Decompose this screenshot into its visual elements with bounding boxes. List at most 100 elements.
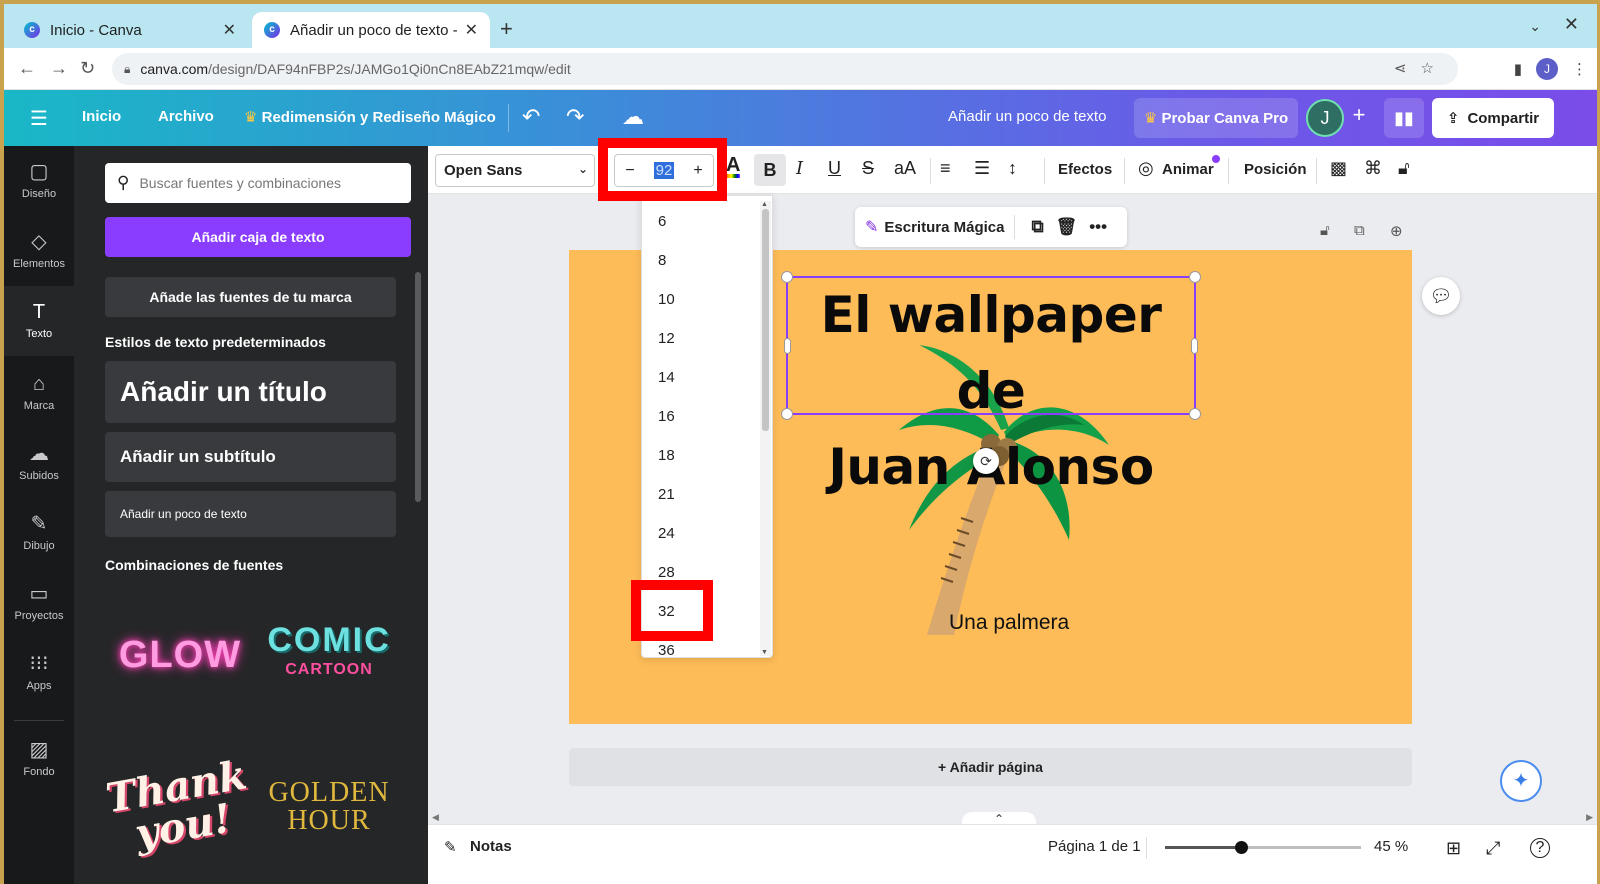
kebab-menu-icon[interactable]: ⋮ bbox=[1572, 60, 1587, 78]
strikethrough-icon[interactable]: S bbox=[862, 158, 874, 179]
design-title[interactable]: Añadir un poco de texto bbox=[948, 108, 1106, 125]
undo-icon[interactable]: ↶ bbox=[522, 104, 540, 130]
add-page-button[interactable]: + Añadir página bbox=[569, 748, 1412, 786]
size-option[interactable]: 10 bbox=[658, 291, 675, 308]
combo-thank-you[interactable]: Thank you! bbox=[103, 742, 255, 872]
magic-resize-menu[interactable]: ♛ Redimensión y Rediseño Mágico bbox=[244, 108, 496, 126]
transparency-icon[interactable]: ▩ bbox=[1330, 158, 1347, 179]
text-color-icon[interactable]: A bbox=[726, 155, 741, 178]
rail-item-text[interactable]: T Texto bbox=[4, 286, 74, 356]
share-button[interactable]: ⇪ Compartir bbox=[1432, 98, 1554, 138]
delete-icon[interactable]: 🗑︎ bbox=[1056, 217, 1078, 237]
effects-button[interactable]: Efectos bbox=[1058, 161, 1112, 178]
combo-golden-hour[interactable]: GOLDEN HOUR bbox=[254, 742, 404, 872]
letter-case-icon[interactable]: aA bbox=[894, 158, 916, 179]
selection-box[interactable] bbox=[781, 271, 1201, 420]
rotate-handle-icon[interactable]: ⟳ bbox=[973, 448, 999, 474]
underline-icon[interactable]: U bbox=[828, 158, 841, 179]
comment-icon[interactable]: 💬︎ bbox=[1422, 277, 1460, 315]
redo-icon[interactable]: ↷ bbox=[566, 104, 584, 130]
lock-icon[interactable]: 🔓︎ bbox=[1398, 158, 1410, 179]
cloud-saved-icon[interactable]: ☁ bbox=[622, 104, 644, 130]
url-field[interactable]: 🔒︎ canva.com/design/DAF94nFBP2s/JAMGo1Qi… bbox=[112, 53, 1458, 85]
close-tab-icon[interactable]: ✕ bbox=[223, 20, 236, 40]
size-option[interactable]: 14 bbox=[658, 369, 675, 386]
resize-handle[interactable] bbox=[781, 408, 793, 420]
add-subtitle-button[interactable]: Añadir un subtítulo bbox=[105, 432, 396, 482]
size-option[interactable]: 36 bbox=[658, 642, 675, 657]
reload-icon[interactable]: ↻ bbox=[80, 58, 95, 79]
tab-inicio[interactable]: c Inicio - Canva ✕ bbox=[12, 12, 248, 48]
size-option[interactable]: 28 bbox=[658, 564, 675, 581]
size-option[interactable]: 6 bbox=[658, 213, 666, 230]
notes-button[interactable]: Notas bbox=[470, 838, 512, 855]
profile-avatar[interactable]: J bbox=[1536, 58, 1558, 80]
lock-page-icon[interactable]: 🔓︎ bbox=[1320, 222, 1330, 239]
rail-item-elements[interactable]: ◇ Elementos bbox=[4, 216, 74, 286]
avatar[interactable]: J bbox=[1306, 99, 1344, 137]
font-search-input[interactable]: ⚲ Buscar fuentes y combinaciones bbox=[105, 163, 411, 203]
resize-handle[interactable] bbox=[781, 271, 793, 283]
file-menu[interactable]: Archivo bbox=[158, 108, 214, 125]
size-option[interactable]: 12 bbox=[658, 330, 675, 347]
close-tab-icon[interactable]: ✕ bbox=[465, 20, 478, 40]
rail-item-projects[interactable]: ▭ Proyectos bbox=[4, 568, 74, 638]
italic-icon[interactable]: I bbox=[796, 158, 803, 179]
duplicate-page-icon[interactable]: ⧉ bbox=[1354, 222, 1365, 239]
magic-write-button[interactable]: Escritura Mágica bbox=[884, 219, 1004, 236]
share-star-icons[interactable]: ⋖☆ bbox=[1394, 59, 1448, 77]
new-tab-icon[interactable]: + bbox=[500, 16, 513, 42]
hamburger-icon[interactable]: ☰ bbox=[30, 106, 48, 131]
magic-sparkle-icon[interactable]: ✦ bbox=[1500, 760, 1542, 802]
more-icon[interactable]: ••• bbox=[1089, 217, 1107, 237]
fullscreen-icon[interactable]: ⤢ bbox=[1486, 838, 1500, 859]
dropdown-scrollbar[interactable]: ▲ ▼ bbox=[760, 201, 771, 656]
forward-icon[interactable]: → bbox=[50, 58, 68, 79]
zoom-level[interactable]: 45 % bbox=[1374, 838, 1408, 855]
zoom-slider[interactable] bbox=[1165, 841, 1361, 854]
size-option[interactable]: 8 bbox=[658, 252, 666, 269]
list-icon[interactable]: ☰ bbox=[974, 158, 990, 179]
spacing-icon[interactable]: ↕ bbox=[1008, 158, 1017, 179]
font-select[interactable]: Open Sans ⌄ bbox=[435, 154, 595, 187]
size-option[interactable]: 18 bbox=[658, 447, 675, 464]
rail-item-background[interactable]: ▨ Fondo bbox=[4, 724, 74, 794]
add-textbox-button[interactable]: Añadir caja de texto bbox=[105, 217, 411, 257]
duplicate-icon[interactable]: ⧉ bbox=[1031, 217, 1043, 237]
rail-item-design[interactable]: ▢ Diseño bbox=[4, 146, 74, 216]
invite-plus-icon[interactable]: + bbox=[1344, 102, 1374, 132]
window-close-icon[interactable]: ✕ bbox=[1564, 14, 1579, 35]
paint-format-icon[interactable]: ⌘ bbox=[1364, 158, 1382, 179]
bold-button[interactable]: B bbox=[754, 154, 786, 186]
back-icon[interactable]: ← bbox=[18, 58, 36, 79]
rail-item-uploads[interactable]: ☁ Subidos bbox=[4, 428, 74, 498]
add-title-button[interactable]: Añadir un título bbox=[105, 361, 396, 423]
tab-design[interactable]: c Añadir un poco de texto - Canva ✕ bbox=[252, 12, 490, 48]
combo-comic-cartoon[interactable]: COMIC CARTOON bbox=[254, 596, 404, 714]
resize-handle[interactable] bbox=[784, 338, 791, 354]
help-icon[interactable]: ? bbox=[1530, 838, 1550, 858]
home-link[interactable]: Inicio bbox=[82, 108, 121, 125]
page-info[interactable]: Página 1 de 1 bbox=[1048, 838, 1141, 855]
zoom-knob[interactable] bbox=[1235, 841, 1249, 854]
size-option[interactable]: 21 bbox=[658, 486, 675, 503]
rail-item-draw[interactable]: ✎ Dibujo bbox=[4, 498, 74, 568]
resize-handle[interactable] bbox=[1189, 271, 1201, 283]
tab-search-chevron-icon[interactable]: ⌄ bbox=[1529, 18, 1541, 35]
add-page-icon[interactable]: ⊕ bbox=[1390, 222, 1403, 240]
add-body-button[interactable]: Añadir un poco de texto bbox=[105, 491, 396, 537]
rail-item-apps[interactable]: ⁝⁝⁝ Apps bbox=[4, 638, 74, 708]
resize-handle[interactable] bbox=[1189, 408, 1201, 420]
size-option[interactable]: 24 bbox=[658, 525, 675, 542]
combo-glow[interactable]: GLOW bbox=[105, 596, 255, 714]
caption-text[interactable]: Una palmera bbox=[949, 611, 1069, 635]
insights-icon[interactable]: ▮▮ bbox=[1384, 98, 1424, 138]
grid-view-icon[interactable]: ⊞ bbox=[1446, 838, 1461, 859]
resize-handle[interactable] bbox=[1191, 338, 1198, 354]
position-button[interactable]: Posición bbox=[1244, 161, 1307, 178]
size-option[interactable]: 16 bbox=[658, 408, 675, 425]
try-pro-button[interactable]: ♛ Probar Canva Pro bbox=[1134, 98, 1298, 138]
animate-button[interactable]: Animar bbox=[1162, 161, 1214, 178]
sidepanel-icon[interactable]: ▮ bbox=[1514, 60, 1522, 78]
rail-item-brand[interactable]: ⌂ Marca bbox=[4, 358, 74, 428]
